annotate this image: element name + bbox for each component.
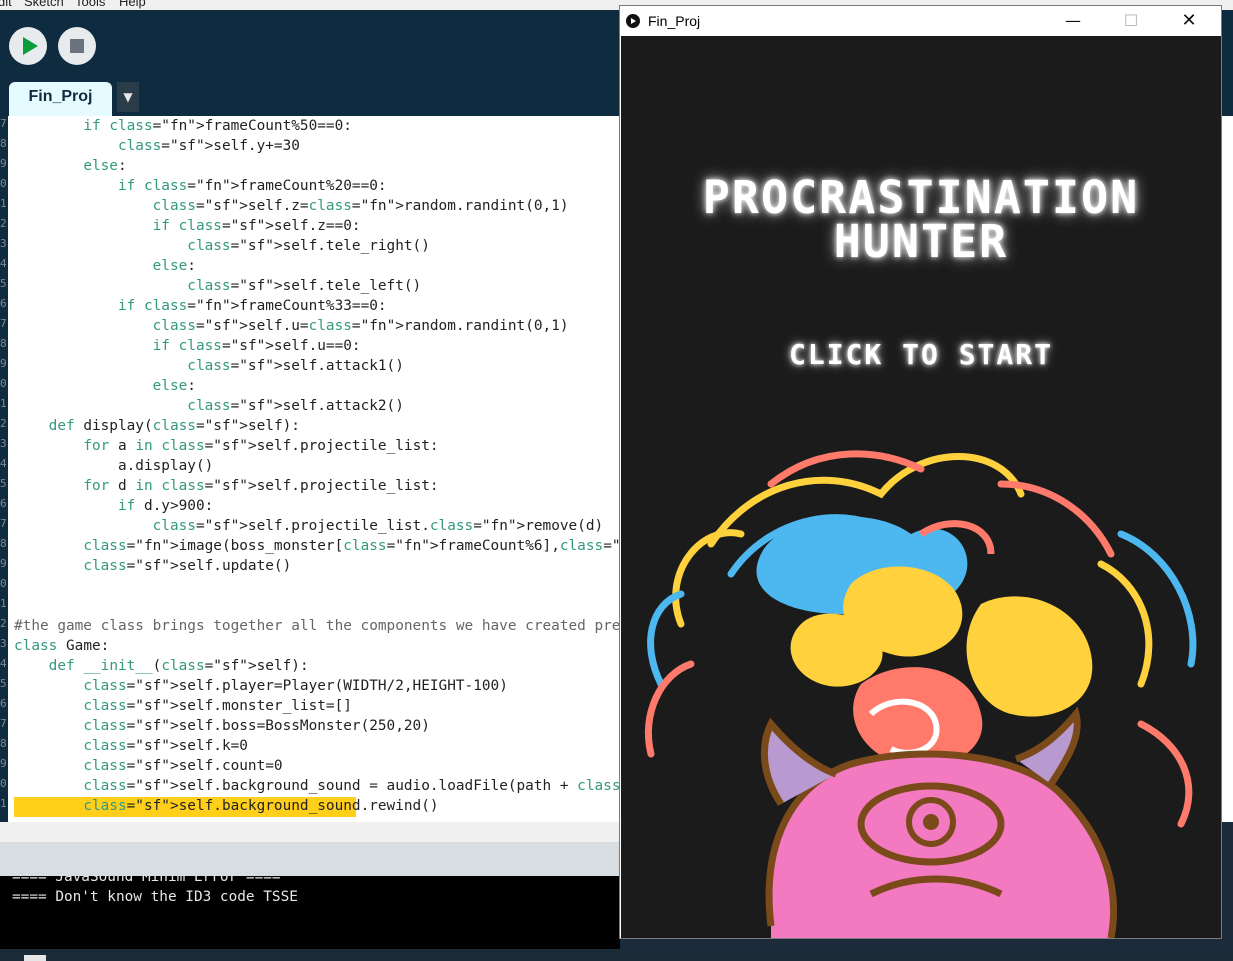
line-number: 1 — [0, 397, 7, 410]
line-number: 3 — [0, 637, 7, 650]
code-line[interactable]: if class="sf">self.u==0: — [14, 336, 361, 356]
line-number: 7 — [0, 117, 7, 130]
line-number: 1 — [0, 597, 7, 610]
line-number: 7 — [0, 317, 7, 330]
sketch-titlebar[interactable]: Fin_Proj — ☐ ✕ — [620, 6, 1221, 36]
code-line[interactable]: class="sf">self.y+=30 — [14, 136, 300, 156]
line-number: 8 — [0, 737, 7, 750]
minimize-button[interactable]: — — [1050, 6, 1096, 36]
code-line[interactable]: class Game: — [14, 636, 109, 656]
line-number: 9 — [0, 357, 7, 370]
code-line[interactable]: class="sf">self.tele_right() — [14, 236, 430, 256]
window-title: Fin_Proj — [648, 13, 701, 29]
code-line[interactable]: def __init__(class="sf">self): — [14, 656, 309, 676]
menu-help[interactable]: Help — [119, 0, 146, 9]
code-line[interactable]: if class="sf">self.z==0: — [14, 216, 361, 236]
line-number: 8 — [0, 337, 7, 350]
line-number: 3 — [0, 437, 7, 450]
code-line[interactable]: class="sf">self.projectile_list.class="f… — [14, 516, 604, 536]
taskbar-item[interactable] — [24, 955, 46, 961]
line-number: 2 — [0, 217, 7, 230]
console-line: ==== Don't know the ID3 code TSSE — [12, 889, 298, 905]
monster-illustration — [644, 450, 1197, 938]
line-number: 6 — [0, 497, 7, 510]
code-line[interactable]: for d in class="sf">self.projectile_list… — [14, 476, 438, 496]
game-title-line2: HUNTER — [833, 215, 1009, 268]
line-number: 9 — [0, 557, 7, 570]
game-title: PROCRASTINATION HUNTER — [621, 171, 1221, 268]
line-number: 8 — [0, 537, 7, 550]
code-line[interactable]: if class="fn">frameCount%33==0: — [14, 296, 387, 316]
code-line[interactable]: else: — [14, 156, 126, 176]
maximize-button[interactable]: ☐ — [1108, 6, 1154, 36]
line-number: 9 — [0, 757, 7, 770]
sketch-window: Fin_Proj — ☐ ✕ PROCRASTINATION HUNTER CL… — [619, 5, 1222, 939]
code-line[interactable]: else: — [14, 376, 196, 396]
line-number: 6 — [0, 697, 7, 710]
code-line[interactable]: class="sf">self.update() — [14, 556, 291, 576]
line-number: 1 — [0, 797, 7, 810]
tab-fin-proj[interactable]: Fin_Proj — [9, 82, 112, 116]
line-number: 2 — [0, 617, 7, 630]
line-number: 0 — [0, 777, 7, 790]
code-line[interactable]: class="sf">self.attack1() — [14, 356, 404, 376]
processing-icon — [626, 14, 640, 28]
code-line[interactable]: if d.y>900: — [14, 496, 213, 516]
play-icon — [23, 37, 38, 55]
game-title-line1: PROCRASTINATION — [702, 171, 1140, 224]
line-number: 0 — [0, 377, 7, 390]
code-line[interactable]: if class="fn">frameCount%20==0: — [14, 176, 387, 196]
line-number: 3 — [0, 237, 7, 250]
code-line[interactable]: class="sf">self.count=0 — [14, 756, 282, 776]
code-line[interactable]: class="sf">self.tele_left() — [14, 276, 421, 296]
line-number: 8 — [0, 137, 7, 150]
code-line[interactable]: a.display() — [14, 456, 213, 476]
menu-tools[interactable]: Tools — [75, 0, 105, 9]
console-line: ==== JavaSound Minim Error ==== — [12, 876, 281, 885]
close-button[interactable]: ✕ — [1166, 6, 1212, 36]
code-line[interactable]: def display(class="sf">self): — [14, 416, 300, 436]
code-line[interactable]: class="sf">self.background_sound.rewind(… — [14, 796, 438, 816]
line-number: 4 — [0, 657, 7, 670]
line-number: 4 — [0, 457, 7, 470]
line-number: 5 — [0, 477, 7, 490]
status-bar — [0, 842, 620, 876]
taskbar — [0, 949, 1233, 961]
console: ==== JavaSound Minim Error ==== ==== Don… — [0, 876, 620, 949]
line-number-gutter: 7 8 9 0 1 2 3 4 5 6 7 8 9 0 1 2 3 4 5 6 … — [0, 116, 8, 822]
line-number: 0 — [0, 577, 7, 590]
line-number: 6 — [0, 297, 7, 310]
code-line[interactable]: class="sf">self.z=class="fn">random.rand… — [14, 196, 569, 216]
code-line[interactable]: for a in class="sf">self.projectile_list… — [14, 436, 438, 456]
menu-edit[interactable]: dit — [0, 0, 12, 9]
horizontal-scrollbar[interactable] — [0, 822, 620, 842]
chevron-down-icon[interactable]: ▼ — [117, 82, 139, 112]
menu-sketch[interactable]: Sketch — [24, 0, 64, 9]
code-line[interactable]: if class="fn">frameCount%50==0: — [14, 116, 352, 136]
line-number: 1 — [0, 197, 7, 210]
line-number: 7 — [0, 717, 7, 730]
code-line[interactable]: class="sf">self.player=Player(WIDTH/2,HE… — [14, 676, 508, 696]
code-line[interactable]: class="sf">self.boss=BossMonster(250,20) — [14, 716, 430, 736]
stop-icon — [70, 39, 84, 53]
line-number: 9 — [0, 157, 7, 170]
run-button[interactable] — [9, 27, 47, 65]
code-line[interactable]: class="sf">self.k=0 — [14, 736, 248, 756]
code-line[interactable]: class="sf">self.monster_list=[] — [14, 696, 352, 716]
code-line[interactable]: else: — [14, 256, 196, 276]
line-number: 2 — [0, 417, 7, 430]
line-number: 5 — [0, 277, 7, 290]
click-to-start-prompt[interactable]: CLICK TO START — [621, 338, 1221, 371]
line-number: 5 — [0, 677, 7, 690]
game-canvas[interactable]: PROCRASTINATION HUNTER CLICK TO START — [621, 36, 1221, 938]
stop-button[interactable] — [58, 27, 96, 65]
line-number: 7 — [0, 517, 7, 530]
code-line[interactable]: class="sf">self.attack2() — [14, 396, 404, 416]
code-line[interactable]: class="sf">self.u=class="fn">random.rand… — [14, 316, 569, 336]
line-number: 0 — [0, 177, 7, 190]
line-number: 4 — [0, 257, 7, 270]
